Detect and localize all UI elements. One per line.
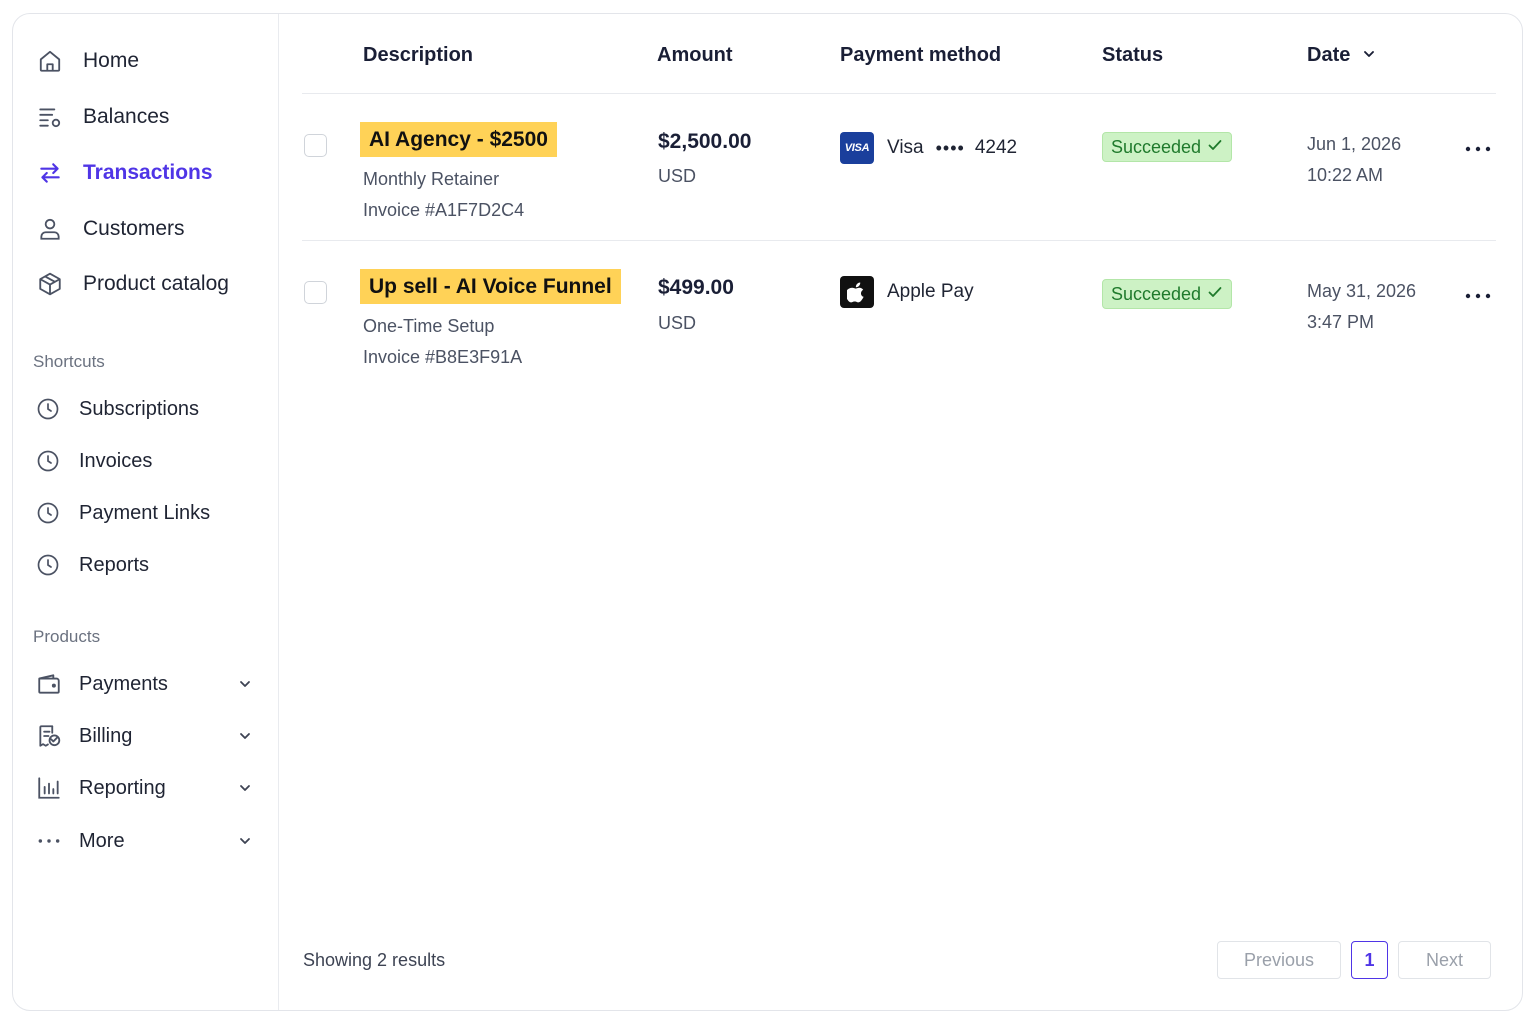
clock-icon xyxy=(35,448,61,474)
check-icon xyxy=(1207,284,1223,305)
table-row[interactable]: Up sell - AI Voice Funnel One-Time Setup… xyxy=(280,241,1522,389)
transaction-invoice: Invoice #A1F7D2C4 xyxy=(363,200,525,220)
more-horizontal-icon xyxy=(35,827,63,855)
sidebar-item-label: Customers xyxy=(83,217,185,240)
transaction-subtitle: One-Time Setup xyxy=(363,316,495,336)
shortcut-label: Subscriptions xyxy=(79,397,200,420)
visa-icon: VISA xyxy=(840,132,874,164)
wallet-icon xyxy=(35,670,63,698)
more-horizontal-icon xyxy=(1465,140,1491,158)
product-label: Reporting xyxy=(79,776,166,799)
transaction-amount: $499.00 xyxy=(658,276,734,299)
sidebar-item-label: Product catalog xyxy=(83,272,229,295)
chevron-down-icon[interactable] xyxy=(237,728,253,744)
products-section-title: Products xyxy=(33,627,101,646)
shortcut-label: Invoices xyxy=(79,449,153,472)
results-count: Showing 2 results xyxy=(303,950,446,970)
column-header-date-label: Date xyxy=(1307,44,1351,66)
sidebar: Home Balances Transactions Customers Pro xyxy=(13,14,279,1010)
transactions-icon xyxy=(35,158,65,188)
row-checkbox[interactable] xyxy=(304,134,327,157)
page-1-button[interactable]: 1 xyxy=(1351,941,1388,979)
status-text: Succeeded xyxy=(1111,283,1202,304)
product-label: Billing xyxy=(79,724,133,747)
chevron-down-icon[interactable] xyxy=(237,780,253,796)
transaction-amount: $2,500.00 xyxy=(658,130,752,153)
column-header-date[interactable]: Date xyxy=(1307,44,1376,67)
chevron-down-icon xyxy=(1362,44,1376,67)
chevron-down-icon[interactable] xyxy=(237,676,253,692)
transaction-invoice: Invoice #B8E3F91A xyxy=(363,347,523,367)
transaction-title: Up sell - AI Voice Funnel xyxy=(360,269,621,304)
sidebar-item-transactions[interactable]: Transactions xyxy=(35,157,213,189)
transaction-subtitle: Monthly Retainer xyxy=(363,169,500,189)
payment-method: Apple Pay xyxy=(840,276,974,308)
shortcut-payment-links[interactable]: Payment Links xyxy=(35,498,210,528)
column-header-amount: Amount xyxy=(657,44,733,66)
column-header-description: Description xyxy=(363,44,474,66)
shortcut-subscriptions[interactable]: Subscriptions xyxy=(35,394,199,424)
shortcuts-section-title: Shortcuts xyxy=(33,352,105,371)
bar-chart-icon xyxy=(35,774,63,802)
product-label: More xyxy=(79,829,125,852)
chevron-down-icon[interactable] xyxy=(237,833,253,849)
sidebar-item-home[interactable]: Home xyxy=(35,45,139,77)
row-checkbox[interactable] xyxy=(304,281,327,304)
status-text: Succeeded xyxy=(1111,136,1202,157)
payment-method-name: Visa xyxy=(887,137,924,158)
more-horizontal-icon xyxy=(1465,287,1491,305)
billing-icon xyxy=(35,722,63,750)
balances-icon xyxy=(35,102,65,132)
next-page-button[interactable]: Next xyxy=(1398,941,1491,979)
transaction-date: May 31, 2026 xyxy=(1307,281,1417,301)
transaction-currency: USD xyxy=(658,166,697,186)
status-badge: Succeeded xyxy=(1102,132,1233,162)
row-actions-button[interactable] xyxy=(1462,286,1494,306)
product-item-billing[interactable]: Billing xyxy=(35,720,253,752)
shortcut-reports[interactable]: Reports xyxy=(35,550,149,580)
sidebar-item-balances[interactable]: Balances xyxy=(35,101,169,133)
column-header-status: Status xyxy=(1102,44,1164,66)
table-row[interactable]: AI Agency - $2500 Monthly Retainer Invoi… xyxy=(280,94,1522,242)
sidebar-item-label: Home xyxy=(83,49,140,72)
previous-page-button[interactable]: Previous xyxy=(1217,941,1341,979)
shortcut-label: Payment Links xyxy=(79,501,211,524)
product-item-reporting[interactable]: Reporting xyxy=(35,772,253,804)
transaction-time: 10:22 AM xyxy=(1307,165,1384,185)
payment-method: VISA Visa •••• 4242 xyxy=(840,132,1017,164)
shortcut-invoices[interactable]: Invoices xyxy=(35,446,152,476)
transactions-panel: Description Amount Payment method Status… xyxy=(280,14,1522,1010)
product-catalog-icon xyxy=(35,269,65,299)
transaction-title: AI Agency - $2500 xyxy=(360,122,557,157)
row-actions-button[interactable] xyxy=(1462,139,1494,159)
payment-method-name: Apple Pay xyxy=(887,281,974,302)
card-last4: 4242 xyxy=(974,137,1018,158)
apple-icon xyxy=(840,276,874,308)
product-item-more[interactable]: More xyxy=(35,825,253,857)
sidebar-item-label: Transactions xyxy=(83,161,213,184)
check-icon xyxy=(1207,137,1223,158)
product-item-payments[interactable]: Payments xyxy=(35,668,253,700)
status-badge: Succeeded xyxy=(1102,279,1233,309)
product-label: Payments xyxy=(79,672,168,695)
sidebar-item-customers[interactable]: Customers xyxy=(35,213,185,245)
column-header-payment-method: Payment method xyxy=(840,44,1002,66)
transaction-date: Jun 1, 2026 xyxy=(1307,134,1402,154)
customers-icon xyxy=(35,214,65,244)
app-window: Home Balances Transactions Customers Pro xyxy=(12,13,1523,1011)
sidebar-item-label: Balances xyxy=(83,105,170,128)
home-icon xyxy=(35,46,65,76)
sidebar-item-product-catalog[interactable]: Product catalog xyxy=(35,268,229,300)
transaction-currency: USD xyxy=(658,313,697,333)
clock-icon xyxy=(35,552,61,578)
clock-icon xyxy=(35,396,61,422)
shortcut-label: Reports xyxy=(79,553,150,576)
card-mask-dots: •••• xyxy=(935,137,965,158)
clock-icon xyxy=(35,500,61,526)
transaction-time: 3:47 PM xyxy=(1307,312,1375,332)
